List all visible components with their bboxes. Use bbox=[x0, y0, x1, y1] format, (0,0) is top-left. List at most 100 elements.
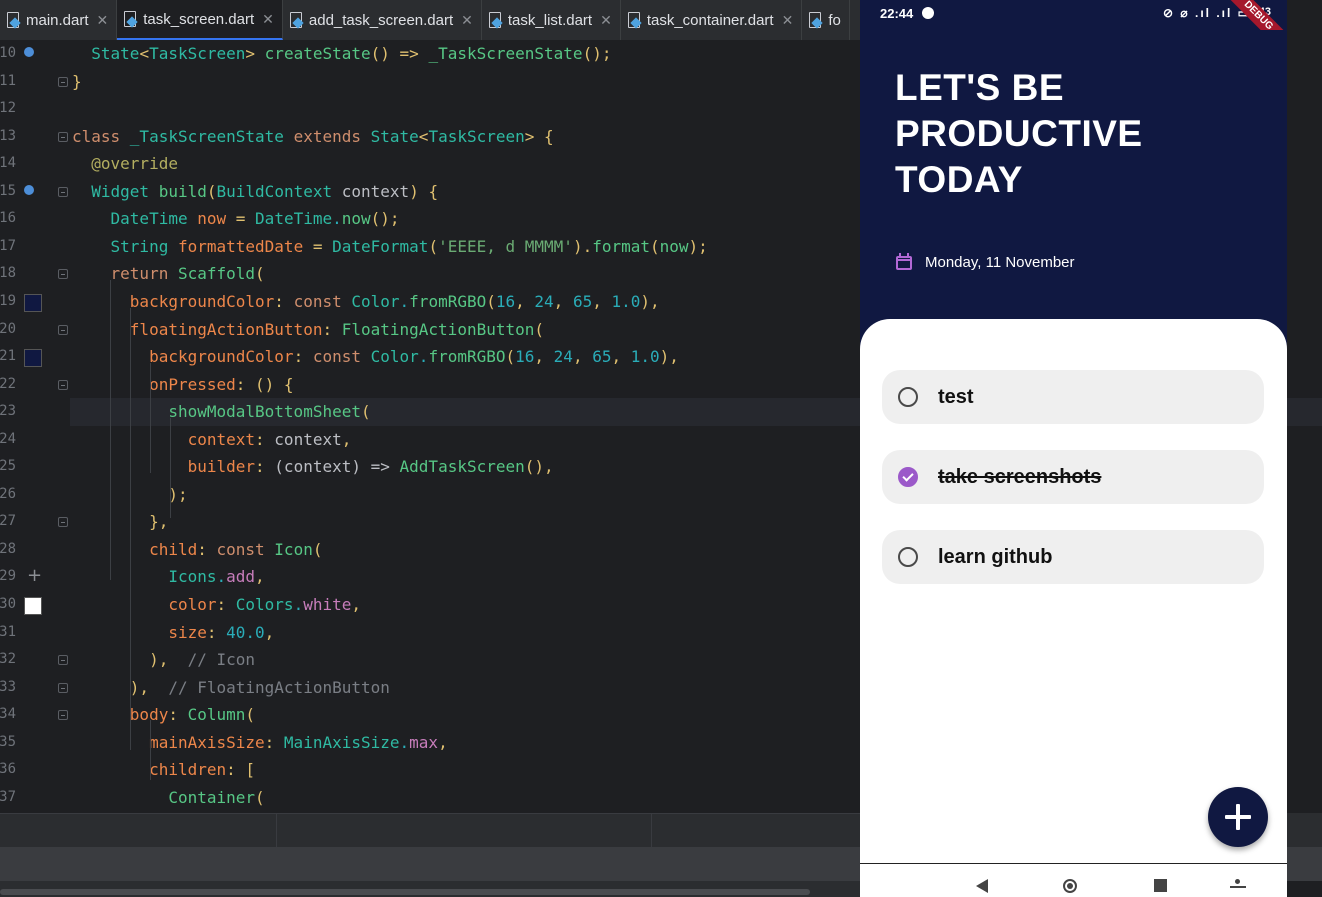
horizontal-scrollbar[interactable] bbox=[0, 889, 810, 895]
editor-tab[interactable]: task_screen.dart ✕ bbox=[117, 0, 283, 40]
recents-icon[interactable] bbox=[1154, 879, 1167, 892]
android-emulator-screen: 22:44 ⊘ ⌀ .ıl .ıl ▭ 43 DEBUG LET'S BE PR… bbox=[860, 0, 1287, 897]
date-row: Monday, 11 November bbox=[895, 253, 1075, 271]
app-header: LET'S BE PRODUCTIVE TODAY Monday, 11 Nov… bbox=[860, 30, 1287, 350]
line-number: 14 bbox=[0, 155, 16, 172]
code-line: Widget build(BuildContext context) { bbox=[91, 181, 439, 201]
editor-tab-label: task_container.dart bbox=[646, 11, 774, 29]
task-item[interactable]: test bbox=[882, 370, 1264, 424]
status-bar: 22:44 ⊘ ⌀ .ıl .ıl ▭ 43 bbox=[860, 0, 1287, 30]
code-editor[interactable]: State<TaskScreen> createState() => _Task… bbox=[72, 40, 860, 813]
fold-marker-icon[interactable] bbox=[58, 186, 68, 197]
code-line: floatingActionButton: FloatingActionButt… bbox=[129, 319, 545, 339]
android-nav-bar bbox=[860, 863, 1287, 897]
line-number: 17 bbox=[0, 237, 16, 254]
editor-tab[interactable]: fo bbox=[802, 0, 850, 40]
line-number: 13 bbox=[0, 127, 16, 144]
close-tab-icon[interactable]: ✕ bbox=[97, 12, 109, 29]
line-number: 21 bbox=[0, 348, 16, 365]
status-area bbox=[0, 847, 860, 881]
task-label: test bbox=[938, 385, 974, 408]
fold-marker-icon[interactable] bbox=[58, 710, 68, 721]
fold-marker-icon[interactable] bbox=[58, 324, 68, 335]
override-marker-icon[interactable] bbox=[24, 184, 34, 195]
add-task-button[interactable] bbox=[1208, 787, 1268, 847]
close-tab-icon[interactable]: ✕ bbox=[461, 12, 473, 29]
editor-tab-label: task_list.dart bbox=[507, 11, 593, 29]
line-number: 25 bbox=[0, 458, 16, 475]
status-notification-icon bbox=[922, 7, 934, 19]
line-number: 15 bbox=[0, 182, 16, 199]
code-line: builder: (context) => AddTaskScreen(), bbox=[187, 457, 554, 477]
line-number: 27 bbox=[0, 513, 16, 530]
editor-tab-label: fo bbox=[828, 11, 841, 29]
color-swatch-icon[interactable] bbox=[24, 349, 42, 368]
code-line: String formattedDate = DateFormat('EEEE,… bbox=[110, 236, 708, 256]
task-item[interactable]: learn github bbox=[882, 530, 1264, 584]
current-date: Monday, 11 November bbox=[925, 253, 1075, 271]
code-line: State<TaskScreen> createState() => _Task… bbox=[91, 44, 612, 63]
home-icon[interactable] bbox=[1063, 879, 1077, 893]
close-tab-icon[interactable]: ✕ bbox=[782, 12, 794, 29]
editor-tab[interactable]: add_task_screen.dart ✕ bbox=[283, 0, 482, 40]
line-number: 12 bbox=[0, 100, 16, 117]
code-line: mainAxisSize: MainAxisSize.max, bbox=[149, 732, 448, 752]
fold-marker-icon[interactable] bbox=[58, 269, 68, 280]
back-icon[interactable] bbox=[976, 879, 988, 893]
line-number: 36 bbox=[0, 761, 16, 778]
line-number: 35 bbox=[0, 733, 16, 750]
editor-right-strip bbox=[1287, 0, 1322, 897]
fold-marker-icon[interactable] bbox=[58, 655, 68, 666]
color-swatch-icon[interactable] bbox=[24, 293, 42, 312]
add-gutter-icon[interactable]: + bbox=[27, 565, 42, 586]
line-number: 30 bbox=[0, 596, 16, 612]
editor-tab[interactable]: main.dart ✕ bbox=[0, 0, 118, 40]
line-number: 37 bbox=[0, 788, 16, 805]
line-number: 22 bbox=[0, 375, 16, 392]
accessibility-icon[interactable] bbox=[1230, 879, 1246, 897]
code-line: }, bbox=[149, 512, 169, 532]
task-checkbox[interactable] bbox=[898, 547, 918, 567]
status-time: 22:44 bbox=[880, 6, 914, 21]
indent-guide bbox=[170, 418, 171, 518]
task-list-container: test take screenshots learn github bbox=[860, 319, 1287, 864]
code-line: ), // FloatingActionButton bbox=[129, 677, 390, 697]
fold-marker-icon[interactable] bbox=[58, 379, 68, 390]
override-marker-icon[interactable] bbox=[24, 47, 34, 57]
bottom-tool-panel bbox=[0, 813, 860, 848]
code-line: context: context, bbox=[187, 429, 352, 449]
code-line: children: [ bbox=[149, 760, 256, 780]
close-tab-icon[interactable]: ✕ bbox=[262, 11, 274, 28]
dart-file-icon bbox=[808, 12, 822, 28]
fold-marker-icon[interactable] bbox=[58, 682, 68, 693]
task-item[interactable]: take screenshots bbox=[882, 450, 1264, 504]
fold-marker-icon[interactable] bbox=[58, 131, 68, 142]
editor-tab[interactable]: task_container.dart ✕ bbox=[621, 0, 803, 40]
code-line: @override bbox=[91, 154, 178, 174]
indent-guide bbox=[130, 610, 131, 750]
code-line: return Scaffold( bbox=[110, 264, 265, 284]
close-tab-icon[interactable]: ✕ bbox=[600, 12, 612, 29]
fold-marker-icon[interactable] bbox=[58, 76, 68, 87]
code-line: onPressed: () { bbox=[149, 374, 294, 394]
code-line: class _TaskScreenState extends State<Tas… bbox=[72, 126, 554, 146]
task-checkbox-checked[interactable] bbox=[898, 467, 918, 487]
fold-marker-icon[interactable] bbox=[58, 517, 68, 528]
indent-guide bbox=[150, 720, 151, 780]
line-number: 32 bbox=[0, 651, 16, 668]
dart-file-icon bbox=[627, 12, 641, 28]
line-number: 24 bbox=[0, 430, 16, 447]
editor-tab[interactable]: task_list.dart ✕ bbox=[482, 0, 621, 40]
color-swatch-icon[interactable] bbox=[24, 597, 42, 615]
code-line: } bbox=[72, 71, 82, 91]
code-line: Icons.add, bbox=[168, 567, 265, 587]
line-number: 10 bbox=[0, 45, 16, 61]
editor-tab-bar: main.dart ✕ task_screen.dart ✕ add_task_scre… bbox=[0, 0, 860, 40]
code-line: backgroundColor: const Color.fromRGBO(16… bbox=[149, 347, 679, 367]
line-number: 16 bbox=[0, 210, 16, 227]
task-checkbox[interactable] bbox=[898, 387, 918, 407]
page-title: LET'S BE PRODUCTIVE TODAY bbox=[895, 67, 1143, 200]
line-number: 34 bbox=[0, 706, 16, 723]
dart-file-icon bbox=[123, 11, 137, 27]
line-number: 11 bbox=[0, 72, 16, 89]
